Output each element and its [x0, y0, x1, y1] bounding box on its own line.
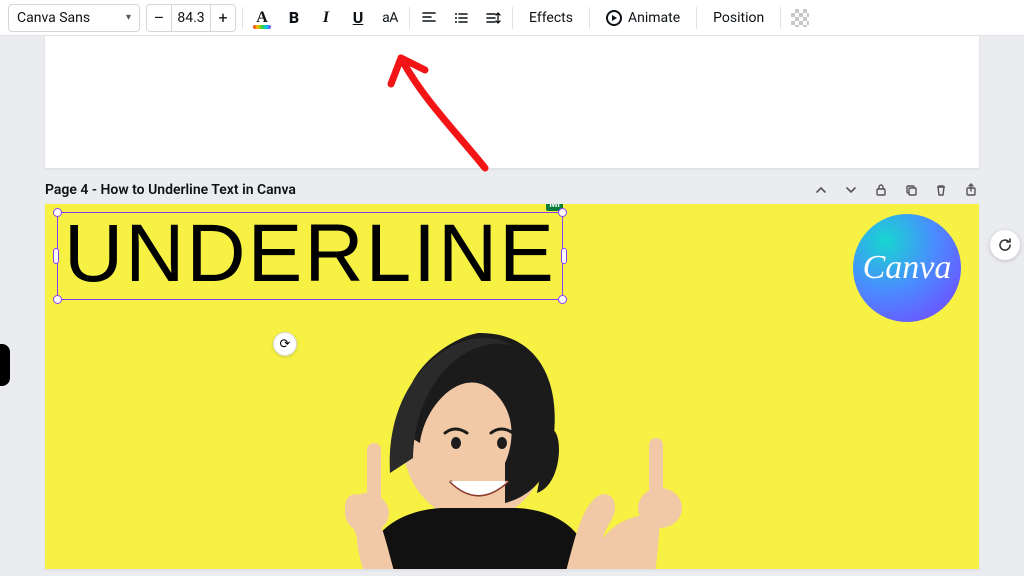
transparency-button[interactable]	[787, 4, 813, 32]
duplicate-icon[interactable]	[903, 182, 919, 198]
spacing-button[interactable]	[480, 4, 506, 32]
page-header: Page 4 - How to Underline Text in Canva	[22, 168, 1002, 204]
page-title: Page 4 - How to Underline Text in Canva	[45, 182, 296, 198]
toolbar-divider	[242, 7, 243, 29]
uppercase-button[interactable]: aA	[377, 4, 403, 32]
selected-text-element[interactable]: UNDERLINE MI	[57, 212, 563, 300]
resize-handle-br[interactable]	[558, 295, 567, 304]
resize-handle-bl[interactable]	[53, 295, 62, 304]
list-button[interactable]	[448, 4, 474, 32]
resize-handle-tr[interactable]	[558, 208, 567, 217]
text-color-button[interactable]: A	[249, 4, 275, 32]
page-actions	[813, 182, 979, 198]
effects-label: Effects	[529, 10, 573, 26]
animate-icon	[606, 10, 622, 26]
canvas-text: UNDERLINE	[64, 208, 556, 299]
toolbar-divider	[696, 7, 697, 29]
lock-icon[interactable]	[873, 182, 889, 198]
editor-stage: Page 4 - How to Underline Text in Canva …	[0, 36, 1024, 569]
animate-button[interactable]: Animate	[596, 4, 690, 32]
font-size-increase[interactable]: +	[211, 5, 235, 31]
font-size-value[interactable]: 84.3	[171, 5, 211, 31]
text-toolbar: Canva Sans ▾ – 84.3 + A B I U aA Effects…	[0, 0, 1024, 36]
position-button[interactable]: Position	[703, 4, 774, 32]
canva-logo: Canva	[853, 214, 961, 322]
refresh-icon	[997, 237, 1013, 253]
previous-page-canvas[interactable]	[45, 36, 979, 168]
refresh-button[interactable]	[990, 230, 1020, 260]
underline-button[interactable]: U	[345, 4, 371, 32]
side-panel-tab[interactable]	[0, 344, 10, 386]
share-icon[interactable]	[963, 182, 979, 198]
trash-icon[interactable]	[933, 182, 949, 198]
font-family-select[interactable]: Canva Sans ▾	[8, 4, 140, 32]
font-family-value: Canva Sans	[17, 10, 90, 26]
italic-button[interactable]: I	[313, 4, 339, 32]
resize-handle-tl[interactable]	[53, 208, 62, 217]
animate-label: Animate	[628, 10, 680, 26]
collapse-up-icon[interactable]	[813, 182, 829, 198]
annotation-arrow	[367, 18, 527, 178]
person-image	[245, 323, 700, 569]
page-canvas[interactable]: UNDERLINE MI ⟳ Canva	[45, 204, 979, 569]
toolbar-divider	[780, 7, 781, 29]
resize-handle-ml[interactable]	[53, 248, 59, 264]
position-label: Position	[713, 10, 764, 26]
font-size-decrease[interactable]: –	[147, 5, 171, 31]
alignment-button[interactable]	[416, 4, 442, 32]
font-size-stepper: – 84.3 +	[146, 4, 236, 32]
resize-handle-mr[interactable]	[561, 248, 567, 264]
effects-button[interactable]: Effects	[519, 4, 583, 32]
transparency-icon	[791, 9, 809, 27]
toolbar-divider	[589, 7, 590, 29]
chevron-down-icon: ▾	[126, 12, 131, 23]
expand-down-icon[interactable]	[843, 182, 859, 198]
toolbar-divider	[409, 7, 410, 29]
bold-button[interactable]: B	[281, 4, 307, 32]
toolbar-divider	[512, 7, 513, 29]
canva-logo-text: Canva	[863, 249, 952, 287]
color-spectrum-icon	[253, 25, 271, 29]
text-color-glyph: A	[256, 9, 268, 27]
